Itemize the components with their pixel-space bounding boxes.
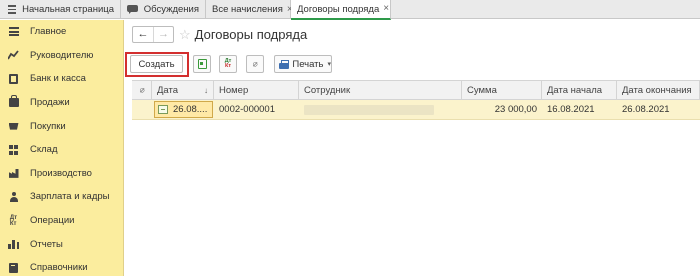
column-header-start-date[interactable]: Дата начала (542, 81, 617, 100)
menu-icon (8, 5, 17, 14)
sidebar-item-label: Справочники (30, 262, 88, 274)
title-row: ← → ☆ Договоры подряда (132, 25, 307, 43)
sidebar-item-purchases[interactable]: Покупки (0, 114, 123, 138)
menu-icon (8, 27, 19, 37)
table-header: ⌽ Дата ↓ Номер Сотрудник Сумма Дата нача… (132, 80, 700, 100)
column-header-label: Дата (157, 85, 179, 96)
chevron-down-icon: ▾ (327, 61, 331, 68)
attachment-column-header[interactable]: ⌽ (132, 81, 152, 100)
attach-button[interactable]: ⌽ (246, 55, 264, 73)
sidebar-item-operations[interactable]: Дт Кт Операции (0, 209, 123, 233)
number-cell[interactable]: 0002-000001 (214, 100, 299, 119)
attachment-cell (132, 100, 152, 119)
sidebar-item-label: Отчеты (30, 238, 63, 250)
column-header-date[interactable]: Дата ↓ (152, 81, 214, 100)
tab-bar: Начальная страница Обсуждения Все начисл… (0, 0, 700, 20)
sidebar-item-label: Производство (30, 167, 92, 179)
sidebar-item-label: Операции (30, 215, 75, 227)
sidebar-item-label: Зарплата и кадры (30, 191, 110, 203)
start-date-cell[interactable]: 16.08.2021 (542, 100, 617, 119)
sidebar-item-warehouse[interactable]: Склад (0, 138, 123, 162)
close-icon[interactable]: × (383, 4, 389, 14)
dt-kt-icon: Дт Кт (224, 58, 232, 69)
page-title: Договоры подряда (194, 26, 308, 42)
column-header-employee[interactable]: Сотрудник (299, 81, 462, 100)
paperclip-icon: ⌽ (248, 57, 262, 71)
create-button[interactable]: Создать (130, 55, 183, 73)
forward-button[interactable]: → (153, 26, 173, 42)
star-icon[interactable]: ☆ (179, 28, 191, 41)
sidebar-item-references[interactable]: Справочники (0, 256, 123, 276)
tab-discussions[interactable]: Обсуждения (121, 0, 206, 19)
copy-button[interactable] (193, 55, 211, 73)
dt-kt-button[interactable]: Дт Кт (219, 55, 237, 73)
sidebar-item-bank[interactable]: Банк и касса (0, 67, 123, 91)
sidebar-item-label: Покупки (30, 120, 66, 132)
cart-icon (8, 121, 19, 132)
sidebar-item-salary[interactable]: Зарплата и кадры (0, 185, 123, 209)
sidebar-item-label: Главное (30, 26, 67, 38)
column-header-sum[interactable]: Сумма (462, 81, 542, 100)
date-cell-selected[interactable]: 26.08.... (154, 101, 213, 118)
warehouse-icon (8, 144, 19, 155)
tab-label: Обсуждения (143, 4, 199, 15)
sidebar-item-label: Продажи (30, 97, 70, 109)
paperclip-icon: ⌽ (135, 84, 148, 97)
copy-icon (197, 59, 207, 69)
employee-cell[interactable] (299, 100, 462, 119)
sidebar-item-sales[interactable]: Продажи (0, 91, 123, 115)
tab-all-accruals[interactable]: Все начисления × (206, 0, 293, 19)
sidebar-item-production[interactable]: Производство (0, 162, 123, 186)
sidebar-item-label: Склад (30, 144, 58, 156)
back-button[interactable]: ← (133, 27, 153, 42)
kt-label: Кт (224, 63, 232, 69)
end-date-cell[interactable]: 26.08.2021 (617, 100, 700, 119)
printer-icon (279, 59, 290, 69)
sidebar-item-label: Руководителю (30, 49, 94, 61)
print-button[interactable]: Печать ▾ (274, 55, 332, 73)
book-icon (8, 262, 19, 273)
document-icon (158, 105, 168, 114)
bank-icon (8, 73, 19, 84)
toolbar: Создать Дт Кт ⌽ Печать ▾ (125, 52, 700, 77)
sidebar: Главное Руководителю Банк и касса Продаж… (0, 20, 124, 276)
print-label: Печать (292, 58, 324, 70)
user-icon (8, 191, 19, 202)
contracts-table: ⌽ Дата ↓ Номер Сотрудник Сумма Дата нача… (132, 80, 700, 120)
chat-bubble-icon (127, 5, 138, 14)
main-content: ← → ☆ Договоры подряда Создать Дт Кт ⌽ П… (125, 20, 700, 276)
redacted-employee-name (304, 104, 434, 115)
sort-arrow-icon: ↓ (204, 86, 208, 95)
column-header-end-date[interactable]: Дата окончания (617, 81, 700, 100)
sidebar-item-manager[interactable]: Руководителю (0, 44, 123, 68)
operations-icon: Дт Кт (9, 214, 18, 227)
bag-icon (8, 95, 19, 108)
tab-label: Все начисления (212, 4, 283, 15)
nav-buttons: ← → (132, 25, 174, 43)
sum-cell[interactable]: 23 000,00 (462, 100, 542, 119)
table-row[interactable]: 26.08.... 0002-000001 23 000,00 16.08.20… (132, 100, 700, 120)
date-cell[interactable]: 26.08.... (152, 100, 214, 119)
tab-contracts-active[interactable]: Договоры подряда × (291, 0, 391, 20)
tab-label: Договоры подряда (297, 3, 380, 15)
date-value: 26.08.... (173, 104, 208, 115)
chart-icon (8, 50, 19, 61)
tab-home[interactable]: Начальная страница (0, 0, 121, 19)
factory-icon (8, 168, 19, 179)
tab-label: Начальная страница (22, 4, 114, 15)
reports-icon (8, 239, 19, 249)
sidebar-item-label: Банк и касса (30, 73, 86, 85)
column-header-number[interactable]: Номер (214, 81, 299, 100)
sidebar-item-main[interactable]: Главное (0, 20, 123, 44)
sidebar-item-reports[interactable]: Отчеты (0, 232, 123, 256)
